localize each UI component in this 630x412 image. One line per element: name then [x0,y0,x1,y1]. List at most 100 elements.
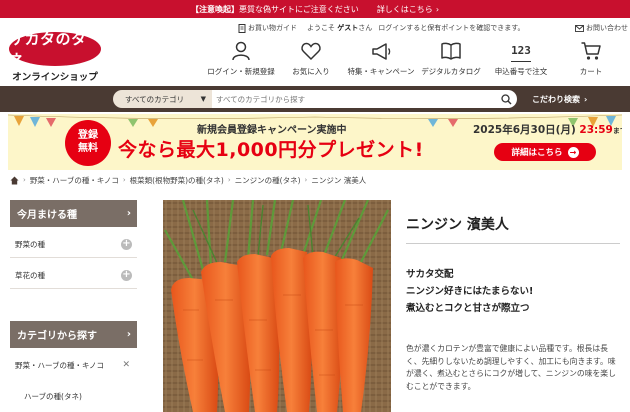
product-image[interactable] [163,200,391,412]
banner-main-copy: 今なら最大1,000円分プレゼント! [118,139,424,161]
chevron-right-icon: › [584,94,588,104]
arrow-right-icon: → [567,146,579,158]
product-tagline-2: ニンジン好きにはたまらない! [406,286,534,297]
sidebar-item-flower-seeds[interactable]: 草花の種 + [10,262,137,289]
banner-deadline: 2025年6月30日(月) 23:59まで [473,122,622,137]
nav-catalog-label: デジタルカタログ [421,67,481,76]
plus-icon[interactable]: + [121,239,132,250]
caret-down-icon: ▼ [200,95,206,103]
breadcrumb: › 野菜・ハーブの種・キノコ › 根菜類(根物野菜)の種(タネ) › ニンジンの… [10,174,366,186]
breadcrumb-separator: › [23,176,26,184]
plus-icon[interactable]: + [121,270,132,281]
greeting-prefix: ようこそ [307,24,335,32]
banner-headline: 新規会員登録キャンペーン実施中 [197,125,347,136]
badge-line1: 登録 [78,130,98,141]
banner-time-suffix: まで [612,127,622,135]
banner-details-label: 詳細はこちら [511,148,563,158]
search-input[interactable] [212,90,495,108]
breadcrumb-item[interactable]: ニンジンの種(タネ) [235,175,301,186]
nav-login-label: ログイン・新規登録 [207,67,275,76]
breadcrumb-separator: › [122,176,126,184]
breadcrumb-separator: › [227,176,231,184]
alert-link[interactable]: 詳しくはこちら › [377,4,439,15]
product-description: 色が濃くカロテンが豊富で健康によい品種です。根長は長く、先細りしないため調理しや… [406,344,616,391]
banner-date: 2025年6月30日(月) [473,124,576,136]
chevron-right-icon: › [435,4,440,14]
carrot-photo [163,200,391,412]
close-icon[interactable]: ✕ [122,360,130,370]
nav-login[interactable]: ログイン・新規登録 [206,40,276,80]
nav-order-number-label: 申込番号で注文 [494,67,548,76]
nav-favorites[interactable]: お気に入り [276,40,346,80]
category-select[interactable]: すべてのカテゴリ ▼ [113,90,212,108]
nav-campaign[interactable]: 特集・キャンペーン [346,40,416,80]
sidebar-head-label: カテゴリから探す [17,331,97,342]
category-select-value: すべてのカテゴリ [125,94,185,104]
sidebar-head-category[interactable]: カテゴリから探す › [10,321,137,348]
breadcrumb-item[interactable]: 野菜・ハーブの種・キノコ [30,175,119,186]
alert-bar[interactable]: 【注意喚起】悪質な偽サイトにご注意ください 詳しくはこちら › [0,0,630,18]
sidebar-item-label: 草花の種 [15,270,45,280]
nav-cart-label: カート [579,67,603,76]
nav-campaign-label: 特集・キャンペーン [347,67,415,76]
sidebar-subitem-label: ハーブの種(タネ) [24,391,82,401]
greeting-suffix: さん [358,24,373,32]
chevron-right-icon: › [126,329,131,340]
alert-message: 【注意喚起】悪質な偽サイトにご注意ください [191,4,359,15]
sidebar-item-vegetable-seeds[interactable]: 野菜の種 + [10,231,137,258]
breadcrumb-separator: › [304,176,308,184]
utility-row: お買い物ガイド ようこそ ゲストさん ログインすると保有ポイントを確認できます。… [238,21,628,35]
alert-tag: 【注意喚起】 [190,4,239,14]
banner-details-button[interactable]: 詳細はこちら → [494,143,596,161]
contact-label: お問い合わせ [586,24,628,32]
guide-icon [238,23,246,33]
sidebar-item-vegetables-herbs[interactable]: 野菜・ハーブの種・キノコ ✕ [10,352,137,379]
greeting: ようこそ ゲストさん [307,23,372,33]
nav-cart[interactable]: カート [556,40,626,80]
campaign-banner[interactable]: 登録 無料 新規会員登録キャンペーン実施中 今なら最大1,000円分プレゼント!… [8,114,622,170]
advanced-search-label: こだわり検索 [532,94,580,104]
title-divider [406,243,620,244]
free-registration-badge: 登録 無料 [65,120,111,166]
order-number-icon: 123 [511,40,531,62]
nav-order-number[interactable]: 123 申込番号で注文 [486,40,556,80]
sidebar-head-label: 今月まける種 [17,210,77,221]
megaphone-icon [372,43,391,60]
greeting-guest: ゲスト [337,24,359,32]
product-title: ニンジン 濱美人 [406,217,509,233]
shopping-guide-link[interactable]: お買い物ガイド [238,23,297,33]
heart-icon [301,42,321,61]
chevron-right-icon: › [126,208,131,219]
mail-icon [575,24,584,32]
search-bar: すべてのカテゴリ ▼ こだわり検索 › [0,86,630,112]
home-icon[interactable] [10,176,19,185]
shopping-guide-label: お買い物ガイド [248,24,297,32]
sidebar-head-this-month[interactable]: 今月まける種 › [10,200,137,227]
sidebar-item-label: 野菜・ハーブの種・キノコ [15,360,105,370]
book-icon [441,42,461,60]
banner-time: 23:59 [579,124,613,136]
breadcrumb-current: ニンジン 濱美人 [311,175,367,185]
advanced-search-link[interactable]: こだわり検索 › [532,90,587,108]
logo-mark: サカタのタネ [9,30,101,69]
product-tagline-3: 煮込むとコクと甘さが際立つ [406,303,530,314]
contact-link[interactable]: お問い合わせ [575,23,628,33]
search-icon [500,93,511,104]
logo-subtitle: オンラインショップ [12,72,98,83]
header-nav: ログイン・新規登録 お気に入り 特集・キャンペーン デジタルカタログ 123 申… [206,40,626,80]
alert-link-label: 詳しくはこちら [376,4,433,14]
sidebar-subitem-herb-seeds[interactable]: ハーブの種(タネ) [10,383,137,409]
nav-favorites-label: お気に入り [292,67,330,76]
site-logo[interactable]: サカタのタネ オンラインショップ [9,30,101,88]
nav-catalog[interactable]: デジタルカタログ [416,40,486,80]
breadcrumb-item[interactable]: 根菜類(根物野菜)の種(タネ) [130,175,224,186]
product-tagline-1: サカタ交配 [406,269,454,280]
badge-line2: 無料 [78,143,98,154]
user-icon [232,41,250,61]
site-header: サカタのタネ オンラインショップ お買い物ガイド ようこそ ゲストさん ログイン… [0,18,630,86]
login-note: ログインすると保有ポイントを確認できます。 [378,24,525,32]
cart-icon [581,42,601,60]
search-button[interactable] [495,90,517,108]
sidebar-item-label: 野菜の種 [15,239,45,249]
alert-text: 悪質な偽サイトにご注意ください [238,4,359,14]
